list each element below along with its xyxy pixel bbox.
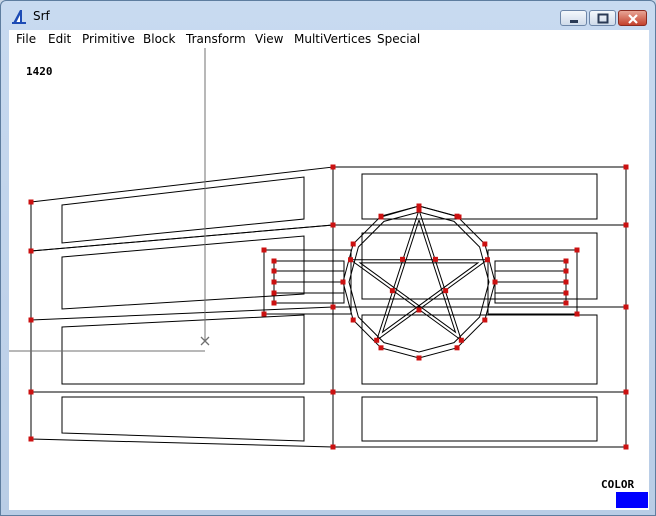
vertex-handle[interactable] [458, 337, 464, 343]
title-bar[interactable]: Srf [1, 1, 655, 31]
application-window: Srf File Edit Primitive Block Transform … [0, 0, 656, 516]
vertex-handle[interactable] [482, 241, 488, 247]
vertex-handle[interactable] [271, 290, 277, 296]
close-icon [628, 14, 638, 24]
vertex-handle[interactable] [330, 222, 336, 228]
drawing-canvas[interactable]: 1420 COLOR [9, 48, 649, 510]
vertex-handle[interactable] [563, 300, 569, 306]
menu-bar: File Edit Primitive Block Transform View… [9, 30, 649, 48]
vertex-handle[interactable] [271, 258, 277, 264]
vertex-handle[interactable] [28, 199, 34, 205]
vertex-handle[interactable] [330, 389, 336, 395]
vertex-handle[interactable] [456, 214, 462, 220]
menu-special[interactable]: Special [377, 32, 420, 46]
vertex-handle[interactable] [350, 317, 356, 323]
vertex-handle[interactable] [623, 444, 629, 450]
left-window-4 [61, 396, 305, 442]
minimize-icon [570, 20, 578, 23]
vertex-handle[interactable] [574, 247, 580, 253]
vertex-handle[interactable] [374, 337, 380, 343]
color-label: COLOR [601, 478, 635, 491]
vertex-handle[interactable] [574, 311, 580, 317]
menu-multivertices[interactable]: MultiVertices [294, 32, 371, 46]
wireframe-drawing[interactable] [9, 48, 649, 510]
app-icon [12, 10, 26, 24]
color-swatch[interactable] [616, 492, 648, 508]
emblem-star [348, 209, 490, 342]
menu-block[interactable]: Block [143, 32, 175, 46]
menu-edit[interactable]: Edit [48, 32, 71, 46]
menu-transform[interactable]: Transform [186, 32, 246, 46]
right-window-4 [361, 396, 598, 442]
vertex-handle[interactable] [261, 311, 267, 317]
left-window-3 [61, 314, 305, 385]
minimize-button[interactable] [560, 10, 587, 26]
emblem-circle-outer [342, 205, 496, 359]
vertex-handle[interactable] [330, 164, 336, 170]
menu-file[interactable]: File [16, 32, 36, 46]
vertex-handle[interactable] [563, 290, 569, 296]
vertex-handle[interactable] [28, 389, 34, 395]
vertex-handle[interactable] [378, 345, 384, 351]
left-window-1 [61, 176, 305, 244]
window-title: Srf [33, 9, 50, 23]
vertex-handle[interactable] [623, 164, 629, 170]
vertex-handle[interactable] [271, 279, 277, 285]
vertex-handle[interactable] [416, 307, 422, 313]
edge-layer [30, 166, 627, 448]
vertex-handle[interactable] [378, 214, 384, 220]
vertex-handle[interactable] [492, 279, 498, 285]
vertex-handle[interactable] [563, 258, 569, 264]
vertex-handle[interactable] [432, 256, 438, 262]
menu-primitive[interactable]: Primitive [82, 32, 135, 46]
coordinate-readout: 1420 [26, 65, 53, 78]
vertex-handle[interactable] [330, 444, 336, 450]
maximize-button[interactable] [589, 10, 616, 26]
left-sep-1 [30, 224, 334, 252]
vertex-handle[interactable] [563, 279, 569, 285]
vertex-handle[interactable] [443, 288, 449, 294]
close-button[interactable] [618, 10, 647, 26]
vertex-handle[interactable] [340, 279, 346, 285]
vertex-handle[interactable] [563, 268, 569, 274]
vertex-handle[interactable] [454, 345, 460, 351]
menu-view[interactable]: View [255, 32, 283, 46]
vertex-handle[interactable] [330, 304, 336, 310]
vertex-handle[interactable] [623, 222, 629, 228]
vertex-handle[interactable] [389, 288, 395, 294]
maximize-icon [597, 13, 609, 24]
vertex-handle[interactable] [28, 248, 34, 254]
vertex-handle[interactable] [28, 317, 34, 323]
left-window-2 [61, 235, 305, 310]
vertex-handle[interactable] [416, 203, 422, 209]
vertex-handle[interactable] [484, 257, 490, 263]
vertex-handle[interactable] [348, 257, 354, 263]
vertex-handle[interactable] [28, 436, 34, 442]
left-panel-outline [30, 251, 334, 448]
vertex-handle[interactable] [482, 317, 488, 323]
vertex-handle[interactable] [623, 389, 629, 395]
vertex-handle[interactable] [350, 241, 356, 247]
vertex-handle[interactable] [400, 256, 406, 262]
vertex-handle[interactable] [271, 268, 277, 274]
vertex-handle[interactable] [416, 355, 422, 361]
vertex-handle[interactable] [271, 300, 277, 306]
vertex-handle[interactable] [623, 304, 629, 310]
vertex-handle[interactable] [261, 247, 267, 253]
